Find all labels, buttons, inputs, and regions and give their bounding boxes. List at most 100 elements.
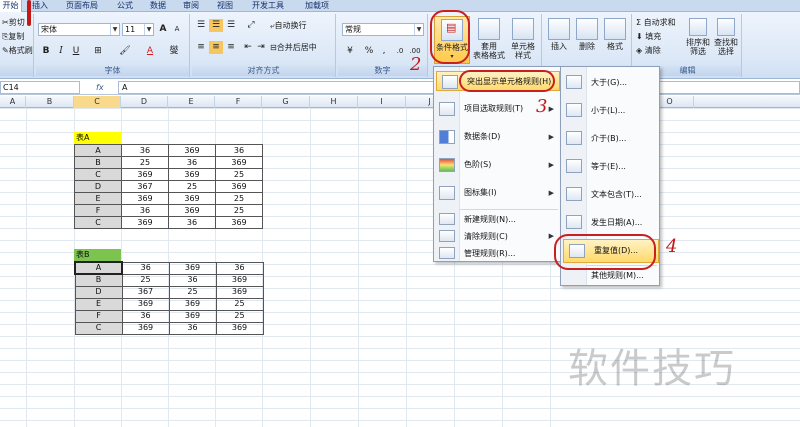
sort-filter-button[interactable]: 排序和 筛选 [684,18,712,56]
table-cell[interactable]: 369 [121,297,170,311]
fill-button[interactable]: ⬇ 填充 [636,31,661,42]
table-key-cell[interactable]: F [74,204,122,217]
align-middle-icon[interactable]: ☰ [209,19,223,32]
table-cell[interactable]: 36 [121,144,169,157]
chevron-down-icon[interactable]: ▼ [144,24,153,35]
submenu-less-than[interactable]: 小于(L)... [561,99,659,123]
tab-data[interactable]: 数据 [150,0,166,12]
tab-insert[interactable]: 插入 [32,0,48,12]
table-key-cell[interactable]: E [74,297,123,311]
number-format-combo[interactable]: 常规 ▼ [342,23,424,36]
align-top-icon[interactable]: ☰ [194,19,208,32]
table-cell[interactable]: 25 [168,180,216,193]
menu-icon-sets[interactable]: 图标集(I) ▶ [434,183,560,203]
submenu-date-occurring[interactable]: 发生日期(A)... [561,211,659,235]
delete-cells-button[interactable]: 删除 [574,18,600,51]
table-b[interactable]: A 36 369 36 B 25 36 369 D 367 25 369 E 369 369 25 F 36 369… [74,261,264,335]
submenu-equal-to[interactable]: 等于(E)... [561,155,659,179]
align-center-icon[interactable]: ≡ [209,41,223,54]
align-bottom-icon[interactable]: ☰ [224,19,238,32]
table-cell[interactable]: 25 [215,192,263,205]
column-header-a[interactable]: A [0,96,26,108]
column-header-d[interactable]: D [121,96,168,108]
insert-cells-button[interactable]: 插入 [546,18,572,51]
table-cell[interactable]: 25 [215,168,263,181]
phonetic-button[interactable]: 燮 [164,45,184,58]
table-key-cell[interactable]: C [74,168,122,181]
chevron-down-icon[interactable]: ▼ [414,24,423,35]
italic-button[interactable]: I [54,45,68,58]
table-cell[interactable]: 25 [215,297,264,311]
increase-indent-icon[interactable]: ⇥ [255,41,267,54]
table-cell[interactable]: 369 [168,204,216,217]
table-key-cell[interactable]: B [74,273,123,287]
chevron-down-icon[interactable]: ▼ [110,24,119,35]
table-cell[interactable]: 36 [121,204,169,217]
table-cell[interactable]: 369 [215,156,263,169]
table-key-cell[interactable]: D [74,180,122,193]
column-header-i[interactable]: I [358,96,406,108]
tab-formulas[interactable]: 公式 [117,0,133,12]
currency-icon[interactable]: ¥ [342,45,358,58]
table-cell[interactable]: 36 [168,321,217,335]
border-button[interactable]: ⊞ [88,45,108,58]
table-cell[interactable]: 25 [215,309,264,323]
table-key-cell[interactable]: F [74,309,123,323]
table-cell[interactable]: 25 [168,285,217,299]
underline-button[interactable]: U [69,45,83,58]
table-cell[interactable]: 369 [215,273,264,287]
menu-color-scales[interactable]: 色阶(S) ▶ [434,155,560,175]
name-box[interactable]: C14 [0,81,80,94]
orientation-icon[interactable]: ⤢ [242,19,260,32]
table-cell[interactable]: 369 [168,297,217,311]
tab-home[interactable]: 开始 [0,0,22,12]
font-size-combo[interactable]: 11 ▼ [122,23,154,36]
font-name-combo[interactable]: 宋体 ▼ [38,23,120,36]
table-cell[interactable]: 36 [121,309,170,323]
table-cell[interactable]: 367 [121,180,169,193]
submenu-text-contains[interactable]: 文本包含(T)... [561,183,659,207]
table-cell[interactable]: 36 [215,261,264,275]
menu-clear-rules[interactable]: 清除规则(C) ▶ [434,228,560,245]
tab-page-layout[interactable]: 页面布局 [66,0,98,12]
align-right-icon[interactable]: ≡ [224,41,238,54]
table-cell[interactable]: 36 [121,261,170,275]
table-cell[interactable]: 369 [121,216,169,229]
table-cell[interactable]: 36 [168,156,216,169]
format-painter-button[interactable]: ✎格式刷 [2,45,33,56]
table-key-cell[interactable]: C [74,321,123,335]
tab-review[interactable]: 审阅 [183,0,199,12]
find-select-button[interactable]: 查找和 选择 [712,18,740,56]
increase-decimal-icon[interactable]: .0 [393,45,407,58]
fx-icon[interactable]: fx [96,81,112,94]
table-key-cell[interactable]: A [74,261,123,275]
clear-button[interactable]: ◈ 清除 [636,45,661,56]
table-cell[interactable]: 369 [215,321,264,335]
table-b-title[interactable]: 表B [74,249,121,261]
column-header-f[interactable]: F [215,96,262,108]
column-header-g[interactable]: G [262,96,310,108]
cell-styles-button[interactable]: 单元格 样式 [506,18,540,60]
table-cell[interactable]: 369 [168,309,217,323]
copy-button[interactable]: ⎘复制 [2,31,24,42]
format-as-table-button[interactable]: 套用 表格格式 [472,18,506,60]
tab-addins[interactable]: 加载项 [305,0,329,12]
table-key-cell[interactable]: B [74,156,122,169]
table-cell[interactable]: 36 [168,273,217,287]
table-key-cell[interactable]: A [74,144,122,157]
grow-font-button[interactable]: A [156,23,170,36]
menu-new-rule[interactable]: 新建规则(N)... [434,211,560,228]
decrease-indent-icon[interactable]: ⇤ [242,41,254,54]
merge-center-button[interactable]: ⊟合并后居中 [270,42,317,53]
bold-button[interactable]: B [39,45,53,58]
submenu-greater-than[interactable]: 大于(G)... [561,71,659,95]
autosum-button[interactable]: Σ 自动求和 [636,17,676,28]
table-cell[interactable]: 25 [121,156,169,169]
table-a-title[interactable]: 表A [74,132,121,144]
table-a[interactable]: A 36 369 36 B 25 36 369 C 369 369 25 D 367 25 369 E 369 36… [74,144,263,229]
cut-button[interactable]: ✂剪切 [2,17,25,28]
shrink-font-button[interactable]: A [170,23,184,36]
table-cell[interactable]: 369 [215,180,263,193]
column-header-c[interactable]: C [74,96,121,108]
tab-developer[interactable]: 开发工具 [252,0,284,12]
